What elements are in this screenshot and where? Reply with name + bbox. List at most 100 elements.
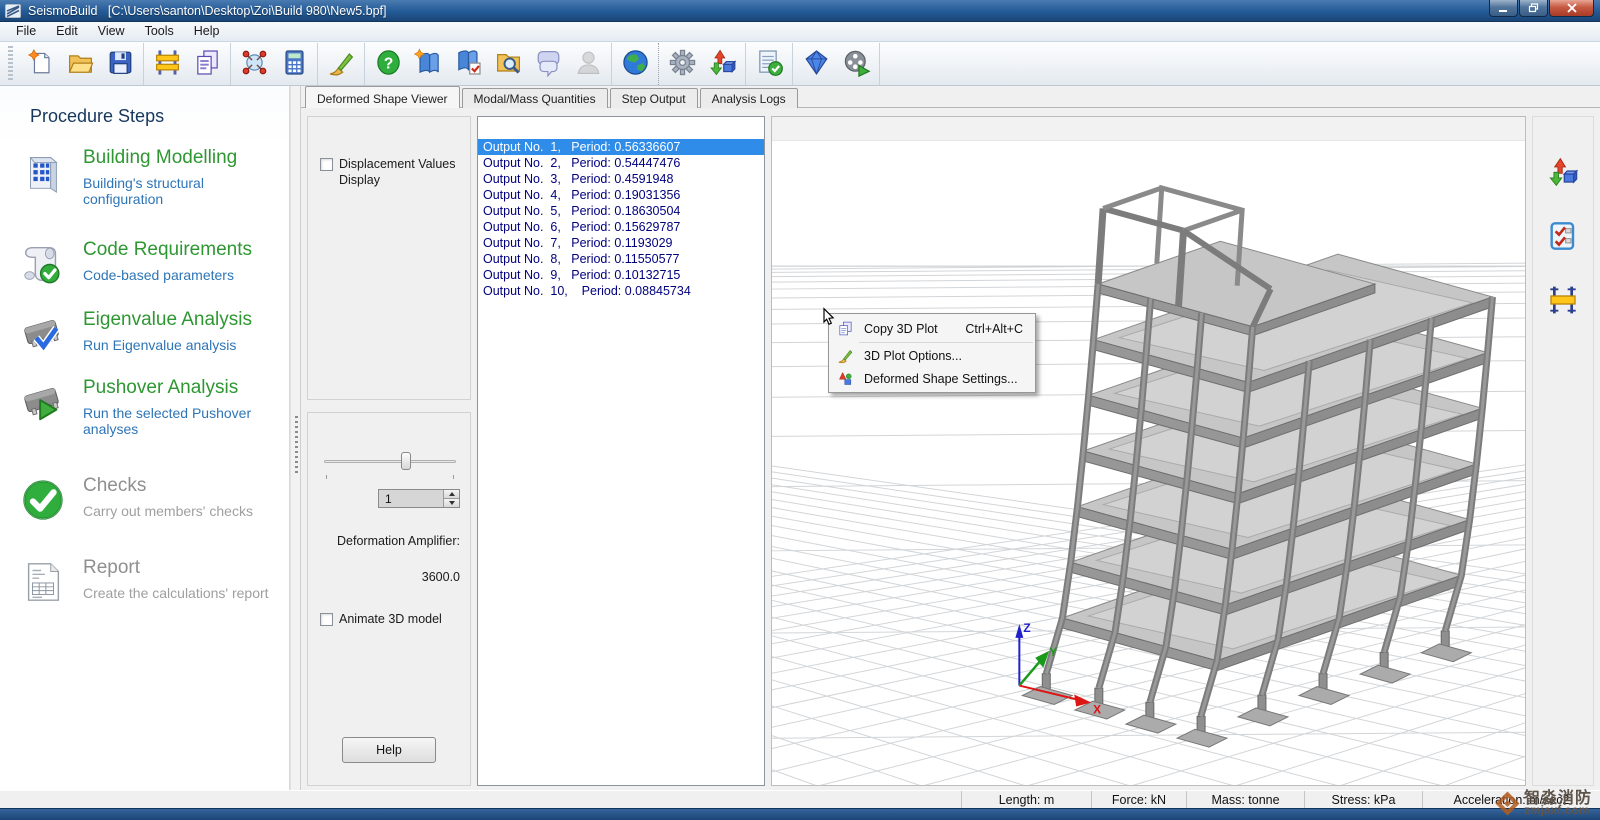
run-checks-button[interactable] (749, 44, 789, 84)
app-icon (5, 4, 21, 18)
settings-gear-button[interactable] (662, 44, 702, 84)
calculator-button[interactable] (274, 44, 314, 84)
menu-tools[interactable]: Tools (135, 22, 184, 41)
animation-button[interactable] (836, 44, 876, 84)
context-menu-label: Copy 3D Plot (858, 322, 965, 336)
menu-help[interactable]: Help (184, 22, 230, 41)
menu-edit[interactable]: Edit (46, 22, 88, 41)
comments-icon (534, 48, 563, 80)
tab-modal-mass-quantities[interactable]: Modal/Mass Quantities (462, 88, 608, 108)
scene-3d: ZYX (772, 117, 1525, 785)
sidebar-item-checks[interactable]: ChecksCarry out members' checks (20, 475, 281, 523)
save-project-button[interactable] (100, 44, 140, 84)
panel-splitter[interactable] (290, 86, 301, 790)
menu-view[interactable]: View (88, 22, 135, 41)
splitter-grip[interactable] (295, 416, 298, 474)
output-list-item-2[interactable]: Output No. 2, Period: 0.54447476 (478, 155, 764, 171)
output-list-item-8[interactable]: Output No. 8, Period: 0.11550577 (478, 251, 764, 267)
book-check-button[interactable] (448, 44, 488, 84)
folder-search-icon (494, 48, 523, 80)
spinner-value[interactable]: 1 (379, 490, 443, 507)
displacement-values-label: Displacement Values Display (339, 157, 462, 188)
globe-button[interactable] (615, 44, 655, 84)
animate-3d-checkbox[interactable] (320, 613, 333, 626)
slider-track[interactable] (324, 460, 456, 463)
model-3d-icon (240, 48, 269, 80)
window-controls (1488, 0, 1594, 17)
display-options-box: Displacement Values Display (307, 116, 471, 400)
tab-deformed-shape-viewer[interactable]: Deformed Shape Viewer (305, 86, 460, 108)
status-bar: Length: mForce: kNMass: tonneStress: kPa… (0, 790, 1600, 808)
open-project-icon (66, 48, 95, 80)
sidebar-item-subtitle: Building's structural configuration (83, 175, 281, 207)
viewport-3d[interactable]: ZYX Copy 3D PlotCtrl+Alt+C 3D Plot Option… (771, 116, 1526, 786)
animation-icon (842, 48, 871, 80)
comments-button[interactable] (528, 44, 568, 84)
spinner-up-button[interactable] (444, 490, 459, 498)
watermark: 智淼消防 zmjaxf.com (1499, 791, 1592, 816)
sidebar-item-code-requirements[interactable]: Code RequirementsCode-based parameters (20, 239, 281, 287)
toolbar-grip[interactable] (8, 46, 13, 82)
context-menu-item-deformed-shape-settings[interactable]: Deformed Shape Settings... (829, 367, 1035, 390)
deformed-shape-button[interactable] (1543, 153, 1583, 193)
member-checks-button[interactable] (1543, 217, 1583, 257)
folder-search-button[interactable] (488, 44, 528, 84)
report-icon (20, 559, 66, 605)
output-list-item-9[interactable]: Output No. 9, Period: 0.10132715 (478, 267, 764, 283)
output-step-spinner[interactable]: 1 (378, 489, 460, 508)
menu-file[interactable]: File (6, 22, 46, 41)
new-file-button[interactable] (20, 44, 60, 84)
toolbar-group (318, 43, 365, 85)
slider-thumb[interactable] (401, 452, 411, 470)
toolbar-group (793, 43, 880, 85)
user-disabled-button[interactable] (568, 44, 608, 84)
spinner-down-button[interactable] (444, 498, 459, 507)
sidebar-item-subtitle: Carry out members' checks (83, 503, 253, 519)
help-button[interactable]: ? (368, 44, 408, 84)
run-checks-icon (755, 48, 784, 80)
restore-button[interactable] (1519, 0, 1548, 17)
watermark-logo-icon (1495, 791, 1519, 815)
status-stress: Stress: kPa (1304, 791, 1422, 808)
open-project-button[interactable] (60, 44, 100, 84)
plot-3d-button[interactable] (702, 44, 742, 84)
output-list: Output No. 1, Period: 0.56336607Output N… (477, 116, 765, 786)
toolbar-group: ? (365, 43, 612, 85)
calculator-icon (280, 48, 309, 80)
toolbar-group (659, 43, 746, 85)
model-3d-button[interactable] (234, 44, 274, 84)
close-button[interactable] (1549, 0, 1594, 17)
output-list-item-7[interactable]: Output No. 7, Period: 0.1193029 (478, 235, 764, 251)
sidebar-item-pushover-analysis[interactable]: Pushover AnalysisRun the selected Pushov… (20, 377, 281, 437)
displacement-values-checkbox-row[interactable]: Displacement Values Display (320, 157, 462, 188)
minimize-button[interactable] (1489, 0, 1518, 17)
svg-text:?: ? (383, 55, 393, 72)
plot-options-button[interactable] (321, 44, 361, 84)
output-list-item-6[interactable]: Output No. 6, Period: 0.15629787 (478, 219, 764, 235)
sidebar-item-building-modelling[interactable]: Building ModellingBuilding's structural … (20, 147, 281, 207)
sidebar-item-report[interactable]: ReportCreate the calculations' report (20, 557, 281, 605)
context-menu-item-copy-3d-plot[interactable]: Copy 3D PlotCtrl+Alt+C (829, 316, 1035, 341)
copy-report-button[interactable] (187, 44, 227, 84)
frame-view-button[interactable] (147, 44, 187, 84)
output-list-item-1[interactable]: Output No. 1, Period: 0.56336607 (478, 139, 764, 155)
output-list-item-10[interactable]: Output No. 10, Period: 0.08845734 (478, 283, 764, 299)
output-step-slider[interactable] (324, 451, 456, 471)
axis-label-y: Y (1049, 645, 1057, 659)
sidebar-item-title: Report (83, 557, 269, 579)
tab-step-output[interactable]: Step Output (610, 88, 698, 108)
output-list-item-3[interactable]: Output No. 3, Period: 0.4591948 (478, 171, 764, 187)
viewer-side-toolbar (1532, 116, 1594, 786)
animate-3d-checkbox-row[interactable]: Animate 3D model (320, 612, 460, 628)
output-list-item-5[interactable]: Output No. 5, Period: 0.18630504 (478, 203, 764, 219)
materials-button[interactable] (796, 44, 836, 84)
sidebar-item-eigenvalue-analysis[interactable]: Eigenvalue AnalysisRun Eigenvalue analys… (20, 309, 281, 357)
help-button[interactable]: Help (342, 737, 436, 763)
output-list-item-4[interactable]: Output No. 4, Period: 0.19031356 (478, 187, 764, 203)
context-menu-item-3d-plot-options[interactable]: 3D Plot Options... (829, 344, 1035, 367)
frame-section-button[interactable] (1543, 281, 1583, 321)
book-new-button[interactable] (408, 44, 448, 84)
deformation-amplifier-value: 3600.0 (318, 570, 460, 584)
displacement-values-checkbox[interactable] (320, 158, 333, 171)
tab-analysis-logs[interactable]: Analysis Logs (700, 88, 798, 108)
